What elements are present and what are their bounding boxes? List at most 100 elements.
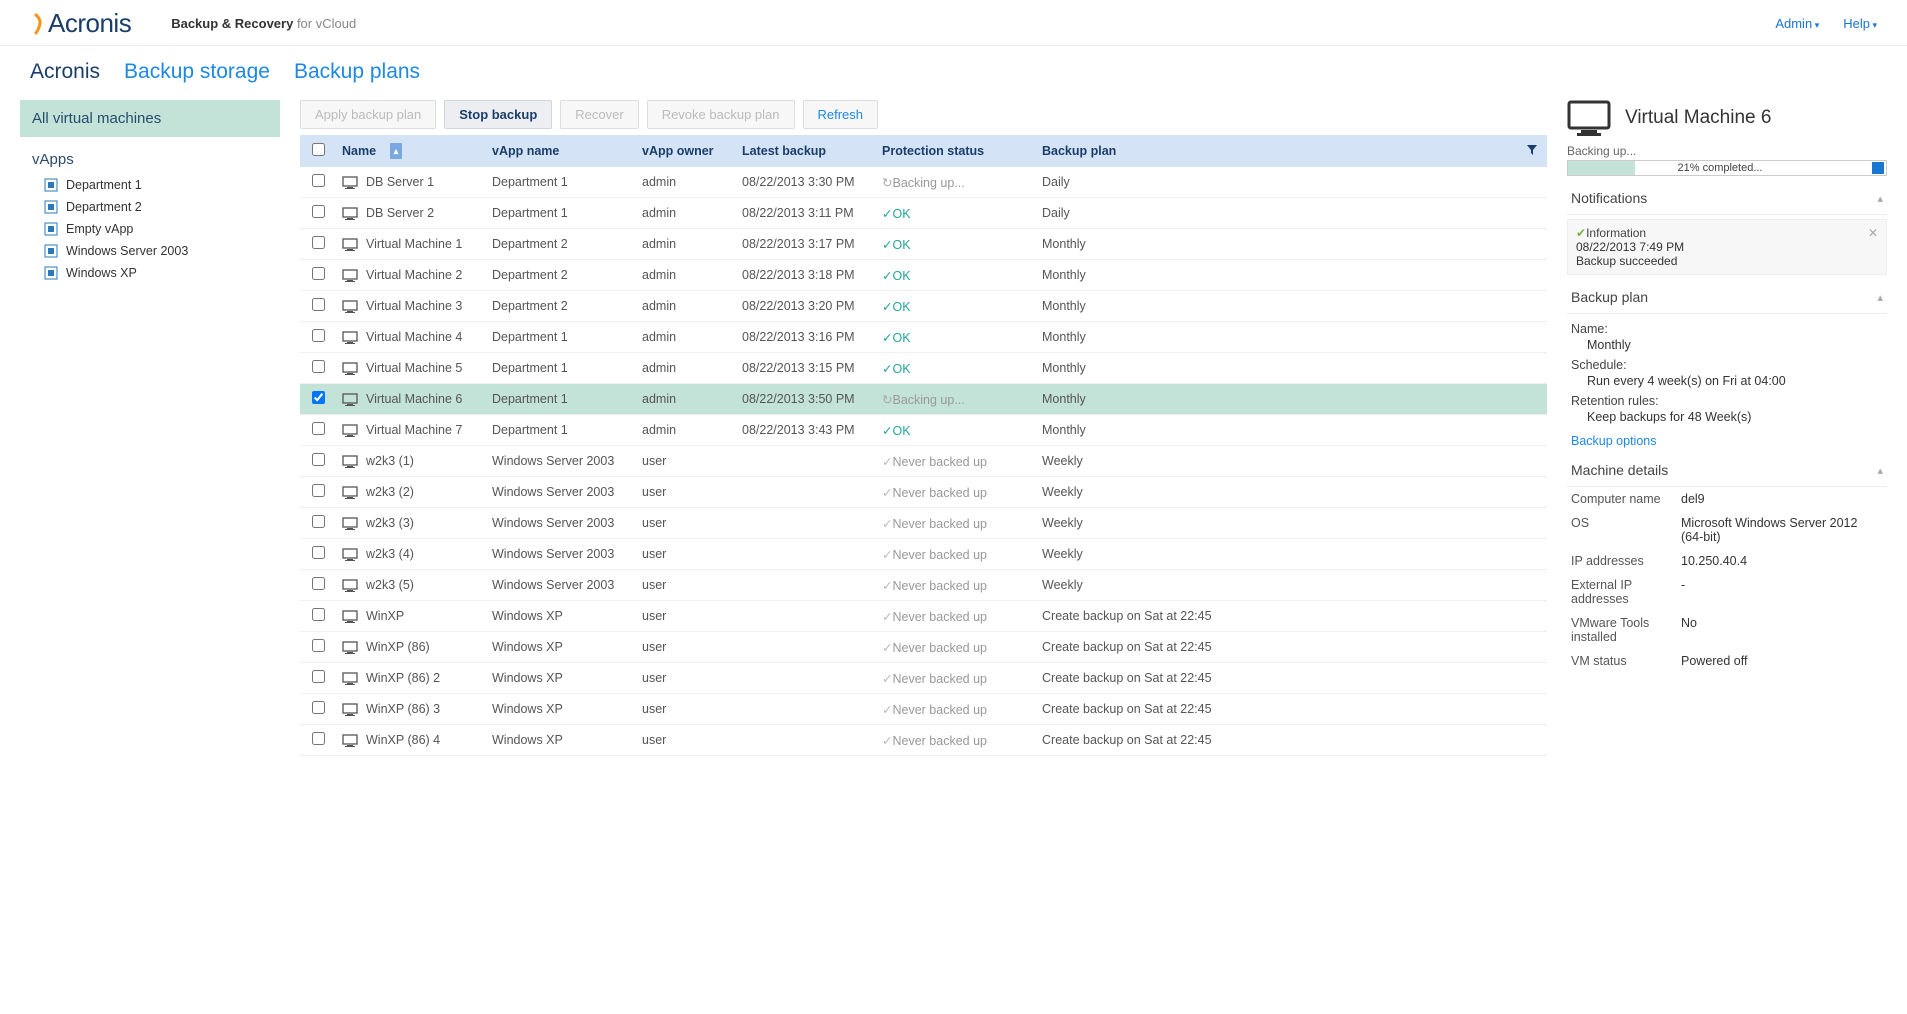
vapp-name: Windows XP	[486, 695, 636, 723]
row-checkbox[interactable]	[312, 577, 325, 590]
protection-status: Backing up...	[882, 175, 965, 190]
table-row[interactable]: w2k3 (3)Windows Server 2003userNever bac…	[300, 508, 1547, 539]
col-owner[interactable]: vApp owner	[636, 136, 736, 166]
latest-backup: 08/22/2013 3:11 PM	[736, 199, 876, 227]
row-checkbox[interactable]	[312, 639, 325, 652]
vapp-name: Department 2	[486, 230, 636, 258]
sidebar-item[interactable]: Department 2	[20, 196, 280, 218]
sidebar-item-label: Department 1	[66, 178, 142, 192]
vapp-icon	[44, 178, 58, 192]
vm-name: Virtual Machine 2	[366, 268, 462, 282]
vm-icon	[342, 424, 358, 437]
row-checkbox[interactable]	[312, 360, 325, 373]
table-row[interactable]: Virtual Machine 2Department 2admin08/22/…	[300, 260, 1547, 291]
vapp-owner: user	[636, 726, 736, 754]
notifications-section[interactable]: Notifications▴	[1567, 182, 1887, 215]
table-row[interactable]: Virtual Machine 7Department 1admin08/22/…	[300, 415, 1547, 446]
sidebar-item[interactable]: Empty vApp	[20, 218, 280, 240]
row-checkbox[interactable]	[312, 670, 325, 683]
col-latest[interactable]: Latest backup	[736, 136, 876, 166]
admin-menu[interactable]: Admin	[1775, 16, 1819, 31]
sidebar-all-vms[interactable]: All virtual machines	[20, 100, 280, 137]
row-checkbox[interactable]	[312, 422, 325, 435]
table-row[interactable]: WinXP (86) 2Windows XPuserNever backed u…	[300, 663, 1547, 694]
vapp-name: Department 1	[486, 416, 636, 444]
row-checkbox[interactable]	[312, 484, 325, 497]
logo: Acronis	[30, 8, 131, 39]
table-row[interactable]: WinXP (86) 4Windows XPuserNever backed u…	[300, 725, 1547, 756]
protection-status: Never backed up	[882, 671, 987, 686]
row-checkbox[interactable]	[312, 267, 325, 280]
sidebar-item[interactable]: Windows Server 2003	[20, 240, 280, 262]
col-name[interactable]: Name	[336, 135, 486, 167]
backup-plan-section[interactable]: Backup plan▴	[1567, 281, 1887, 314]
vapp-name: Windows Server 2003	[486, 571, 636, 599]
table-row[interactable]: w2k3 (1)Windows Server 2003userNever bac…	[300, 446, 1547, 477]
filter-icon[interactable]	[1526, 145, 1538, 159]
table-row[interactable]: DB Server 1Department 1admin08/22/2013 3…	[300, 167, 1547, 198]
col-status[interactable]: Protection status	[876, 136, 1036, 166]
detail-key: OS	[1571, 516, 1681, 544]
tab-backup-plans[interactable]: Backup plans	[294, 60, 420, 84]
col-vapp[interactable]: vApp name	[486, 136, 636, 166]
backup-plan: Weekly	[1036, 509, 1517, 537]
vm-name: Virtual Machine 1	[366, 237, 462, 251]
sidebar-item[interactable]: Department 1	[20, 174, 280, 196]
row-checkbox[interactable]	[312, 329, 325, 342]
row-checkbox[interactable]	[312, 701, 325, 714]
vm-name: WinXP	[366, 609, 404, 623]
table-row[interactable]: WinXP (86)Windows XPuserNever backed upC…	[300, 632, 1547, 663]
table-row[interactable]: w2k3 (2)Windows Server 2003userNever bac…	[300, 477, 1547, 508]
progress-stop-button[interactable]	[1872, 162, 1884, 174]
row-checkbox[interactable]	[312, 236, 325, 249]
help-menu[interactable]: Help	[1843, 16, 1877, 31]
tab-acronis[interactable]: Acronis	[30, 60, 100, 84]
recover-button: Recover	[560, 100, 638, 129]
table-row[interactable]: WinXPWindows XPuserNever backed upCreate…	[300, 601, 1547, 632]
table-row[interactable]: WinXP (86) 3Windows XPuserNever backed u…	[300, 694, 1547, 725]
row-checkbox[interactable]	[312, 174, 325, 187]
col-plan[interactable]: Backup plan	[1036, 136, 1517, 166]
row-checkbox[interactable]	[312, 608, 325, 621]
table-row[interactable]: Virtual Machine 6Department 1admin08/22/…	[300, 384, 1547, 415]
vm-icon	[342, 362, 358, 375]
sidebar-item[interactable]: Windows XP	[20, 262, 280, 284]
row-checkbox[interactable]	[312, 298, 325, 311]
backup-plan: Create backup on Sat at 22:45	[1036, 726, 1517, 754]
table-row[interactable]: Virtual Machine 4Department 1admin08/22/…	[300, 322, 1547, 353]
chevron-up-icon: ▴	[1877, 192, 1883, 205]
tab-backup-storage[interactable]: Backup storage	[124, 60, 270, 84]
backup-plan: Daily	[1036, 168, 1517, 196]
table-row[interactable]: Virtual Machine 3Department 2admin08/22/…	[300, 291, 1547, 322]
refresh-button[interactable]: Refresh	[803, 100, 879, 129]
row-checkbox[interactable]	[312, 515, 325, 528]
detail-key: External IP addresses	[1571, 578, 1681, 606]
row-checkbox[interactable]	[312, 453, 325, 466]
stop-backup-button[interactable]: Stop backup	[444, 100, 552, 129]
table-row[interactable]: Virtual Machine 1Department 2admin08/22/…	[300, 229, 1547, 260]
row-checkbox[interactable]	[312, 205, 325, 218]
row-checkbox[interactable]	[312, 732, 325, 745]
detail-row: OSMicrosoft Windows Server 2012 (64-bit)	[1567, 511, 1887, 549]
detail-value: Powered off	[1681, 654, 1883, 668]
row-checkbox[interactable]	[312, 546, 325, 559]
vapp-icon	[44, 244, 58, 258]
backup-options-link[interactable]: Backup options	[1571, 434, 1656, 448]
machine-details-section[interactable]: Machine details▴	[1567, 454, 1887, 487]
vapp-name: Department 1	[486, 199, 636, 227]
select-all-checkbox[interactable]	[312, 143, 325, 156]
row-checkbox[interactable]	[312, 391, 325, 404]
backup-plan: Create backup on Sat at 22:45	[1036, 602, 1517, 630]
sort-asc-icon	[390, 143, 402, 159]
vapp-name: Windows XP	[486, 633, 636, 661]
detail-row: VMware Tools installedNo	[1567, 611, 1887, 649]
table-row[interactable]: w2k3 (5)Windows Server 2003userNever bac…	[300, 570, 1547, 601]
vapp-owner: admin	[636, 416, 736, 444]
table-row[interactable]: Virtual Machine 5Department 1admin08/22/…	[300, 353, 1547, 384]
close-icon[interactable]: ✕	[1868, 226, 1878, 240]
vm-name: WinXP (86) 2	[366, 671, 440, 685]
backup-plan: Monthly	[1036, 292, 1517, 320]
table-row[interactable]: w2k3 (4)Windows Server 2003userNever bac…	[300, 539, 1547, 570]
latest-backup	[736, 671, 876, 685]
table-row[interactable]: DB Server 2Department 1admin08/22/2013 3…	[300, 198, 1547, 229]
